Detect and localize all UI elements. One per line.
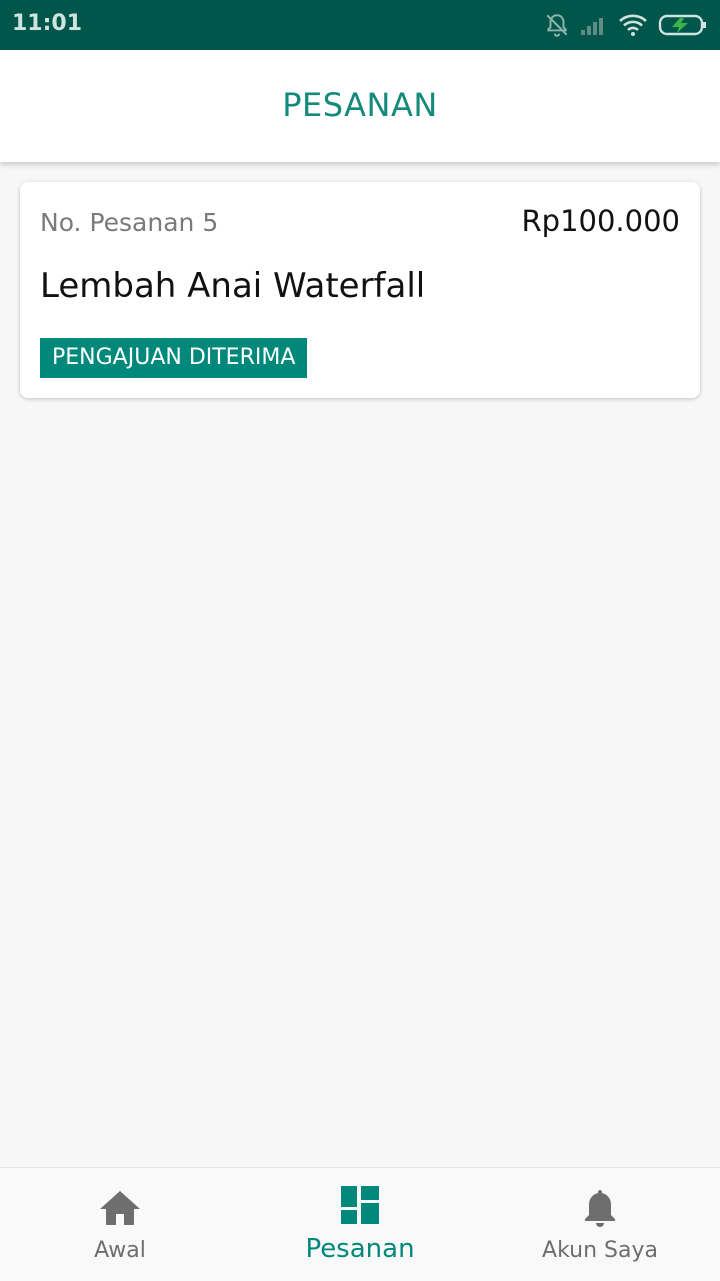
home-icon [99,1188,141,1232]
nav-label-awal: Awal [94,1238,146,1263]
status-icons [544,10,708,40]
wifi-icon [618,13,648,37]
page-title: PESANAN [282,86,438,124]
bell-off-icon [544,12,570,38]
status-badge: PENGAJUAN DITERIMA [40,338,308,378]
order-card[interactable]: No. Pesanan 5 Rp100.000 Lembah Anai Wate… [20,182,700,398]
status-bar: 11:01 [0,0,720,50]
nav-label-pesanan: Pesanan [305,1234,415,1264]
order-number: No. Pesanan 5 [40,208,219,237]
bottom-nav: Awal Pesanan Akun Saya [0,1167,720,1281]
status-time: 11:01 [12,11,83,36]
dashboard-icon [341,1186,379,1228]
nav-label-akun-saya: Akun Saya [542,1238,658,1263]
nav-item-awal[interactable]: Awal [0,1168,240,1281]
nav-item-akun-saya[interactable]: Akun Saya [480,1168,720,1281]
bell-icon [583,1188,617,1232]
order-price: Rp100.000 [521,204,680,238]
app-bar: PESANAN [0,50,720,162]
signal-icon [580,14,608,36]
battery-charging-icon [658,13,708,37]
order-title: Lembah Anai Waterfall [40,266,426,306]
nav-item-pesanan[interactable]: Pesanan [240,1168,480,1281]
